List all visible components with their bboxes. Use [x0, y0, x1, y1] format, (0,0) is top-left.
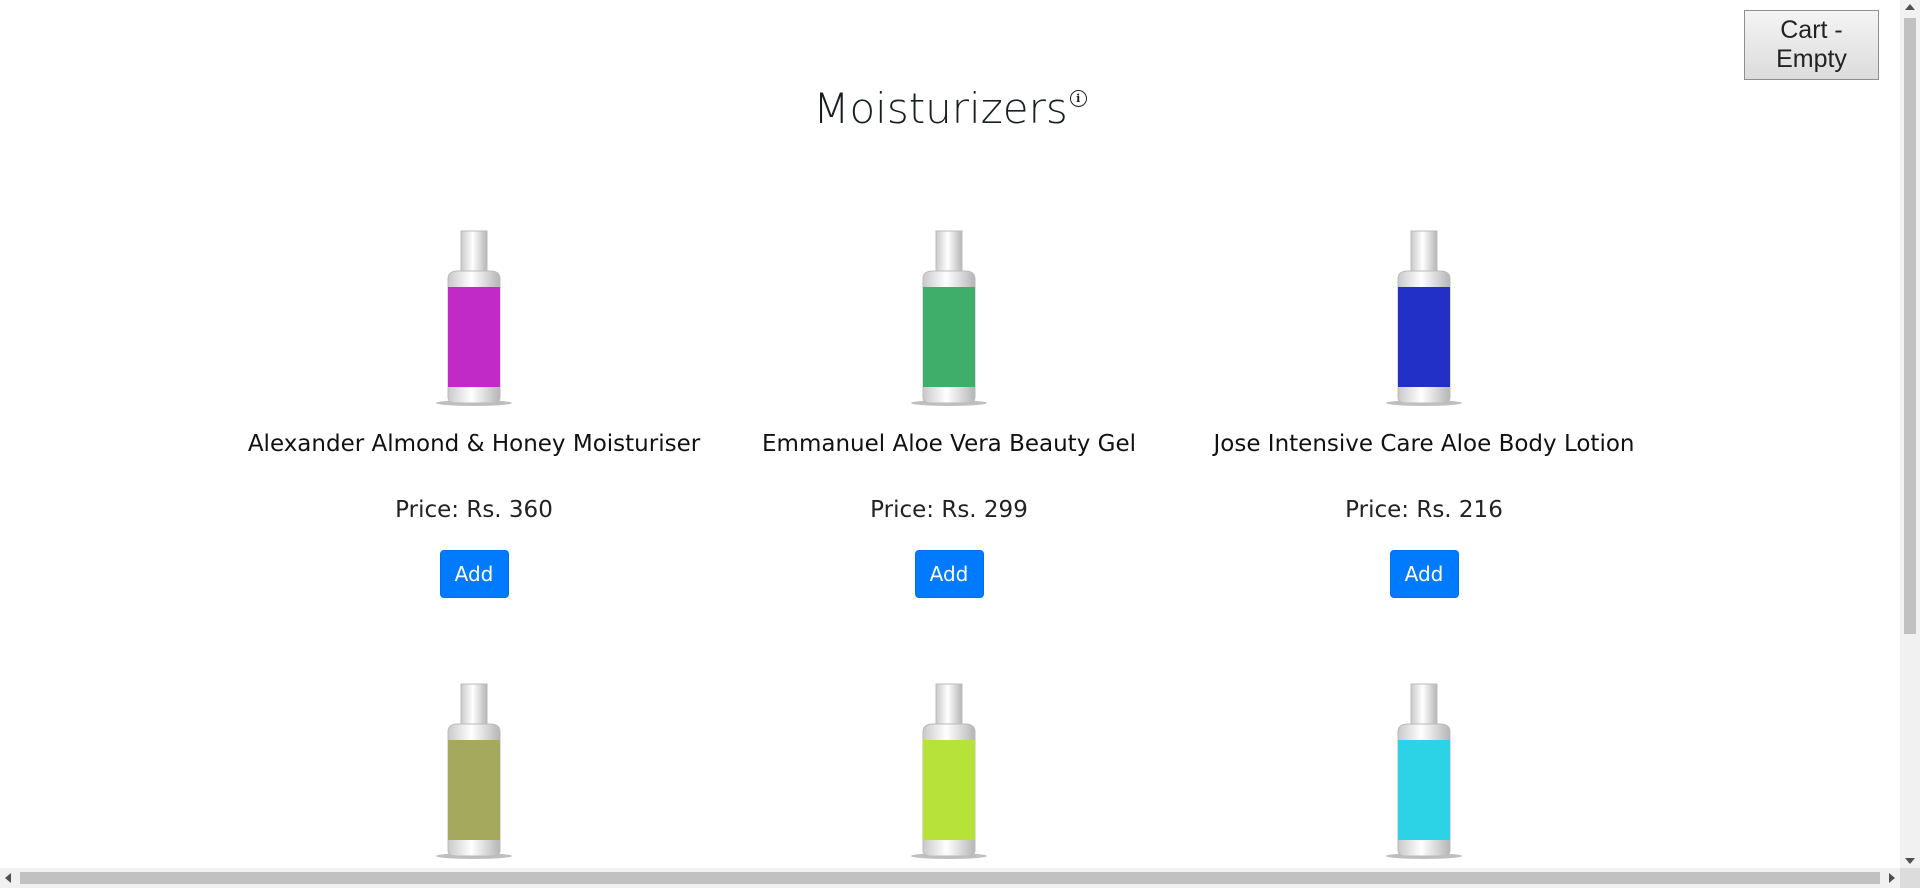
bottle-label — [1398, 287, 1450, 387]
bottle-label — [1398, 740, 1450, 840]
product-image — [436, 683, 512, 859]
add-button[interactable]: Add — [914, 549, 984, 598]
product-name: Alexander Almond & Honey Moisturiser — [247, 431, 701, 457]
product-card: Alexander Almond & Honey Moisturiser Pri… — [244, 227, 704, 598]
vertical-scrollbar[interactable] — [1900, 0, 1920, 868]
product-name: Emmanuel Aloe Vera Beauty Gel — [762, 431, 1136, 457]
product-image — [1386, 683, 1462, 859]
scroll-down-arrow-icon[interactable] — [1905, 858, 1915, 864]
page-title: Moisturizers i — [0, 84, 1900, 133]
product-card: Jose Intensive Care Aloe Body Lotion Pri… — [1194, 227, 1654, 598]
product-card — [244, 680, 704, 860]
product-price: Price: Rs. 299 — [870, 496, 1028, 523]
bottle-label — [448, 740, 500, 840]
horizontal-scroll-thumb[interactable] — [20, 872, 1880, 884]
bottle-label — [923, 287, 975, 387]
page-title-text: Moisturizers — [813, 84, 1068, 133]
scroll-right-arrow-icon[interactable] — [1889, 873, 1895, 883]
product-card — [719, 680, 1179, 860]
bottle-label — [448, 287, 500, 387]
bottle-label — [923, 740, 975, 840]
product-price: Price: Rs. 360 — [395, 496, 553, 523]
add-button[interactable]: Add — [1389, 549, 1459, 598]
product-image — [436, 230, 512, 406]
scroll-up-arrow-icon[interactable] — [1905, 4, 1915, 10]
horizontal-scrollbar[interactable] — [0, 868, 1900, 888]
scroll-left-arrow-icon[interactable] — [5, 873, 11, 883]
scrollbar-corner — [1900, 868, 1920, 888]
product-name: Jose Intensive Care Aloe Body Lotion — [1213, 431, 1635, 457]
info-icon[interactable]: i — [1069, 90, 1087, 107]
product-card: Emmanuel Aloe Vera Beauty Gel Price: Rs.… — [719, 227, 1179, 598]
cart-button[interactable]: Cart - Empty — [1744, 10, 1879, 80]
product-image — [911, 683, 987, 859]
vertical-scroll-thumb[interactable] — [1904, 18, 1916, 634]
add-button[interactable]: Add — [439, 549, 509, 598]
product-image — [911, 230, 987, 406]
product-image — [1386, 230, 1462, 406]
product-card — [1194, 680, 1654, 860]
product-price: Price: Rs. 216 — [1345, 496, 1503, 523]
